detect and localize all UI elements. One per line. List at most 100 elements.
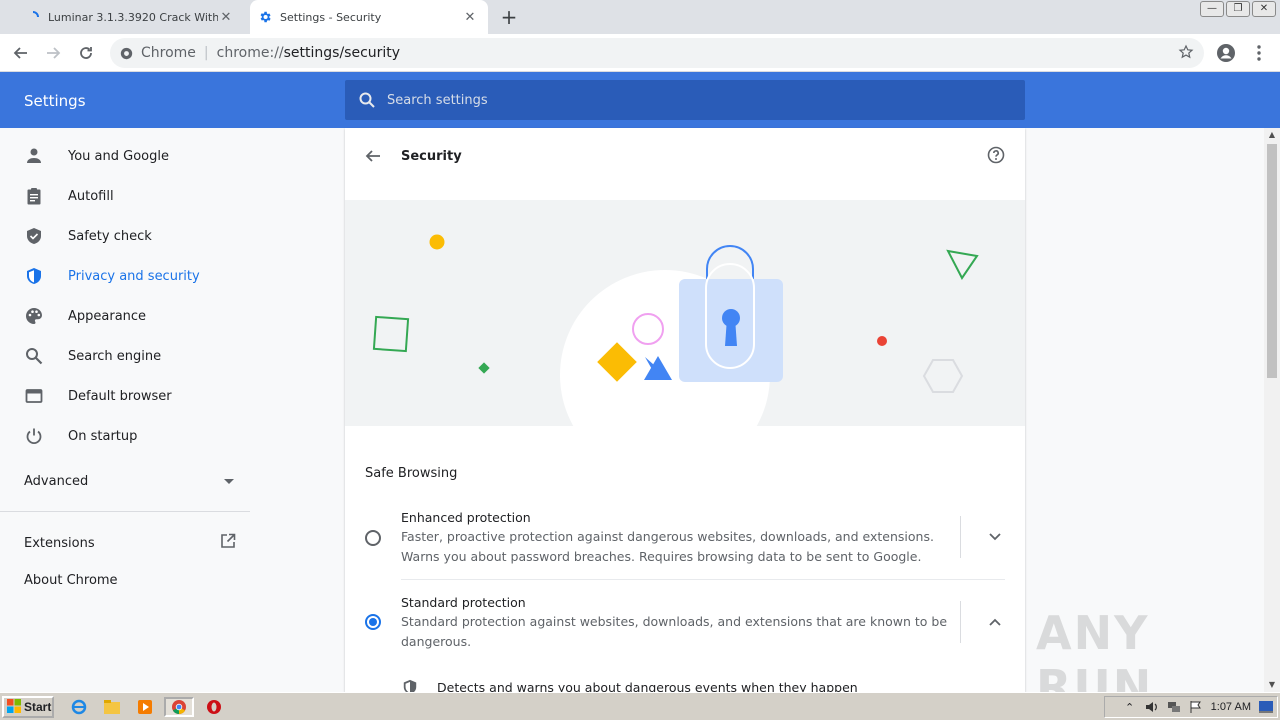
page-header: Security <box>345 128 1025 184</box>
close-window-button[interactable]: ✕ <box>1252 1 1276 17</box>
sidebar-item-label: Privacy and security <box>68 268 200 284</box>
internet-explorer-icon[interactable] <box>68 697 90 717</box>
sidebar-item-search-engine[interactable]: Search engine <box>0 336 256 376</box>
sidebar-item-safety-check[interactable]: Safety check <box>0 216 256 256</box>
clock: 1:07 AM <box>1210 701 1251 713</box>
settings-sidebar: You and Google Autofill Safety check Pri… <box>0 128 256 692</box>
sidebar-item-appearance[interactable]: Appearance <box>0 296 256 336</box>
sidebar-item-label: Safety check <box>68 228 152 244</box>
media-player-icon[interactable] <box>134 697 156 717</box>
gear-icon <box>258 10 272 24</box>
file-explorer-icon[interactable] <box>101 697 123 717</box>
opera-icon[interactable] <box>203 697 225 717</box>
caret-down-icon <box>224 474 234 489</box>
sidebar-item-autofill[interactable]: Autofill <box>0 176 256 216</box>
chevron-down-icon[interactable] <box>985 527 1005 547</box>
scrollbar-thumb[interactable] <box>1267 144 1277 378</box>
url-scheme: chrome:// <box>216 45 284 61</box>
option-title: Enhanced protection <box>401 510 531 525</box>
sidebar-item-about-chrome[interactable]: About Chrome <box>24 573 236 588</box>
sidebar-item-you-and-google[interactable]: You and Google <box>0 136 256 176</box>
loading-spinner-icon <box>26 10 40 24</box>
minimize-button[interactable]: — <box>1200 1 1224 17</box>
sidebar-advanced-toggle[interactable]: Advanced <box>24 474 234 489</box>
close-icon[interactable]: ✕ <box>462 9 478 25</box>
shield-check-icon <box>24 226 44 246</box>
browser-toolbar: Chrome | chrome:// settings/security <box>0 34 1280 72</box>
tab-luminar[interactable]: Luminar 3.1.3.3920 Crack With Activ ✕ <box>18 0 244 34</box>
forward-button[interactable] <box>42 42 64 64</box>
chrome-logo-icon <box>120 47 133 60</box>
tab-settings-security[interactable]: Settings - Security ✕ <box>250 0 488 34</box>
back-button[interactable] <box>10 42 32 64</box>
search-icon <box>359 92 375 108</box>
about-label: About Chrome <box>24 573 118 588</box>
security-page-card: Security Safe Browsing Enhanced protecti… <box>345 128 1025 692</box>
sidebar-item-label: On startup <box>68 428 138 444</box>
windows-taskbar: Start ⌃ 1:07 AM <box>0 692 1280 720</box>
search-settings-input[interactable]: Search settings <box>345 80 1025 120</box>
sidebar-item-label: Default browser <box>68 388 172 404</box>
tab-title: Settings - Security <box>280 10 382 24</box>
sidebar-item-on-startup[interactable]: On startup <box>0 416 256 456</box>
detects-warns-item: Detects and warns you about dangerous ev… <box>401 678 858 692</box>
sidebar-item-label: Appearance <box>68 308 147 324</box>
option-separator <box>960 601 961 643</box>
tab-strip: Luminar 3.1.3.3920 Crack With Activ ✕ Se… <box>0 0 1280 34</box>
start-label: Start <box>24 700 52 714</box>
standard-protection-radio[interactable] <box>365 614 381 630</box>
page-title: Security <box>401 148 462 164</box>
scroll-up-arrow-icon[interactable]: ▲ <box>1264 128 1280 142</box>
start-button[interactable]: Start <box>2 696 54 718</box>
security-illustration <box>345 200 1025 426</box>
extensions-label: Extensions <box>24 535 95 551</box>
network-icon[interactable] <box>1167 700 1181 714</box>
settings-title: Settings <box>24 92 86 110</box>
advanced-label: Advanced <box>24 474 89 489</box>
sidebar-item-default-browser[interactable]: Default browser <box>0 376 256 416</box>
windows-logo-icon <box>7 698 21 716</box>
show-hidden-icons-icon[interactable]: ⌃ <box>1123 700 1137 714</box>
sidebar-divider <box>0 511 250 512</box>
arrow-left-icon <box>13 47 27 59</box>
chrome-taskbar-icon[interactable] <box>164 697 194 717</box>
omnibox-separator: | <box>203 45 209 61</box>
option-divider <box>401 579 1005 580</box>
tab-title: Luminar 3.1.3.3920 Crack With Activ <box>48 10 218 24</box>
bookmark-star-icon[interactable] <box>1178 44 1194 64</box>
close-icon[interactable]: ✕ <box>218 9 234 25</box>
profile-avatar-icon[interactable] <box>1215 42 1237 64</box>
shield-half-icon <box>401 678 419 692</box>
enhanced-protection-radio[interactable] <box>365 530 381 546</box>
sidebar-item-privacy-and-security[interactable]: Privacy and security <box>0 256 256 296</box>
more-menu-icon[interactable] <box>1248 42 1270 64</box>
power-icon <box>24 426 44 446</box>
reload-button[interactable] <box>75 42 97 64</box>
window-controls: — ❐ ✕ <box>1200 1 1276 17</box>
system-tray: ⌃ 1:07 AM <box>1104 696 1278 718</box>
help-icon[interactable] <box>987 146 1005 168</box>
lock-illustration-icon <box>372 234 979 426</box>
chrome-label: Chrome <box>141 45 196 61</box>
chevron-up-icon[interactable] <box>985 612 1005 632</box>
browser-window-icon <box>24 386 44 406</box>
safe-browsing-heading: Safe Browsing <box>365 466 458 481</box>
option-separator <box>960 516 961 558</box>
option-title: Standard protection <box>401 595 526 610</box>
action-center-flag-icon[interactable] <box>1189 700 1203 714</box>
sub-item-text: Detects and warns you about dangerous ev… <box>437 679 858 693</box>
arrow-right-icon <box>47 47 61 59</box>
search-icon <box>24 346 44 366</box>
open-in-new-icon <box>220 533 236 553</box>
restore-button[interactable]: ❐ <box>1226 1 1250 17</box>
volume-icon[interactable] <box>1145 700 1159 714</box>
address-bar[interactable]: Chrome | chrome:// settings/security <box>110 38 1204 68</box>
palette-icon <box>24 306 44 326</box>
back-arrow-icon[interactable] <box>363 146 383 166</box>
url-path: settings/security <box>283 45 401 61</box>
option-description: Standard protection against websites, do… <box>401 614 948 649</box>
sidebar-item-label: Search engine <box>68 348 162 364</box>
new-tab-button[interactable]: + <box>498 7 520 29</box>
show-desktop-icon[interactable] <box>1259 700 1273 714</box>
sidebar-item-extensions[interactable]: Extensions <box>24 533 236 553</box>
